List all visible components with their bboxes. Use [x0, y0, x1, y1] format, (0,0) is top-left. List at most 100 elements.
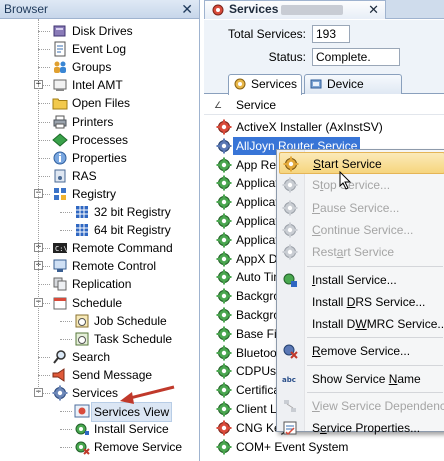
menu-item-show-service-name[interactable]: abc Show Service Name — [279, 368, 444, 390]
annotation-arrow — [120, 385, 175, 404]
open-files-icon — [52, 95, 68, 111]
tree-item-label: Remove Service — [94, 440, 183, 455]
tree-connector — [60, 212, 72, 213]
menu-separator — [307, 265, 443, 267]
remove-service-icon — [74, 439, 90, 456]
event-log-icon — [52, 41, 68, 57]
tree-item-32-bit-registry[interactable]: 32 bit Registry — [0, 203, 199, 221]
menu-item-restart-service[interactable]: Restart Service — [279, 241, 444, 263]
tree-item-label: Search — [72, 349, 111, 364]
tree-item-job-schedule[interactable]: Job Schedule — [0, 312, 199, 330]
tree-item-label: Registry — [72, 186, 117, 201]
menu-item-remove-service[interactable]: Remove Service... — [279, 340, 444, 362]
tree-item-label: Services — [72, 386, 119, 400]
status-value: Complete. — [312, 48, 400, 66]
menu-item-install-service[interactable]: Install Service... — [279, 269, 444, 291]
service-name: Applicat — [236, 176, 279, 191]
menu-item-start-service[interactable]: Start Service — [279, 152, 444, 174]
tab-device-drivers[interactable]: Device Drivers — [304, 74, 402, 109]
tree-connector — [38, 121, 50, 123]
tree-item-event-log[interactable]: Event Log — [0, 40, 199, 58]
service-green-icon — [216, 175, 232, 191]
replication-icon — [52, 276, 68, 292]
services-subtabs: Services Device Drivers — [204, 70, 444, 109]
menu-item-service-properties[interactable]: Service Properties... — [279, 417, 444, 439]
menu-item-pause-service[interactable]: Pause Service... — [279, 197, 444, 219]
service-row[interactable]: ActiveX Installer (AxInstSV) — [204, 118, 444, 136]
tree-connector — [60, 338, 72, 340]
browser-panel: Browser ✕ Disk Drives Event Log Groups + Int… — [0, 0, 200, 461]
document-tab-bar: Services ✕ — [204, 0, 444, 19]
menu-item-view-service-dependencies[interactable]: View Service Dependencies — [279, 395, 444, 417]
tree-item-ras[interactable]: RAS — [0, 167, 199, 185]
tree-item-64-bit-registry[interactable]: 64 bit Registry — [0, 221, 199, 239]
browser-panel-close-button[interactable]: ✕ — [181, 0, 193, 19]
tree-item-label: Send Message — [72, 367, 153, 382]
menu-item-label: Install Service... — [312, 272, 397, 287]
service-context-menu: Start Service Stop Service... Pause Servic… — [276, 149, 444, 436]
continue-service-icon — [282, 222, 298, 238]
tree-connector — [38, 67, 50, 69]
tree-item-label: 64 bit Registry — [94, 223, 171, 238]
menu-item-label: Install DRS Service... — [312, 294, 426, 309]
abc-icon: abc — [282, 371, 298, 387]
printers-icon — [52, 114, 68, 130]
tree-item-open-files[interactable]: Open Files — [0, 94, 199, 112]
menu-item-stop-service[interactable]: Stop Service... — [279, 174, 444, 196]
service-row[interactable]: COM+ Event System — [204, 438, 444, 456]
tree-connector — [38, 356, 50, 358]
menu-item-label: Continue Service... — [312, 222, 414, 237]
menu-item-continue-service[interactable]: Continue Service... — [279, 219, 444, 241]
service-green-icon — [216, 213, 232, 229]
mouse-cursor-icon — [339, 171, 352, 190]
service-green-icon — [216, 157, 232, 173]
menu-item-label: Install DWMRC Service... — [312, 317, 444, 332]
service-green-icon — [216, 307, 232, 323]
services-document-tab[interactable]: Services ✕ — [204, 0, 386, 19]
tree-item-disk-drives[interactable]: Disk Drives — [0, 22, 199, 40]
tree-item-label: Groups — [72, 60, 112, 75]
tree-item-replication[interactable]: Replication — [0, 275, 199, 293]
pause-service-icon — [282, 200, 298, 216]
install-service-menu-icon — [282, 272, 298, 288]
service-name: Client Li — [236, 402, 280, 416]
tree-item-processes[interactable]: Processes — [0, 131, 199, 149]
tree-item-schedule[interactable]: − Schedule — [0, 294, 199, 312]
tree-item-groups[interactable]: Groups — [0, 58, 199, 76]
service-column-header[interactable]: ∠ Service — [204, 95, 444, 115]
menu-item-install-dwmrc-service[interactable]: Install DWMRC Service... — [279, 313, 444, 335]
tree-item-printers[interactable]: Printers — [0, 113, 199, 131]
tree-item-label: Remote Control — [72, 259, 157, 274]
tree-item-label: Printers — [72, 114, 114, 129]
tree-item-install-service[interactable]: Install Service — [0, 420, 199, 438]
service-green-icon — [216, 269, 232, 285]
intel-amt-icon — [52, 77, 68, 93]
service-red-icon — [216, 420, 232, 436]
tree-item-remote-control[interactable]: + Remote Control — [0, 257, 199, 275]
service-name: Backgro — [236, 289, 281, 304]
tree-item-registry[interactable]: − Registry — [0, 185, 199, 203]
menu-item-label: Pause Service... — [312, 200, 400, 215]
registry-icon — [52, 186, 68, 202]
tree-item-label: Open Files — [72, 96, 131, 111]
service-green-icon — [216, 194, 232, 210]
tree-connector — [60, 411, 72, 413]
tree-item-properties[interactable]: Properties — [0, 149, 199, 167]
tree-connector — [38, 157, 50, 159]
remote-command-icon: C:\ — [52, 240, 68, 256]
tree-item-intel-amt[interactable]: + Intel AMT — [0, 76, 199, 94]
menu-item-install-drs-service[interactable]: Install DRS Service... — [279, 291, 444, 313]
tree-connector — [38, 49, 50, 51]
tree-item-task-schedule[interactable]: Task Schedule — [0, 330, 199, 348]
job-schedule-icon — [74, 313, 90, 329]
service-name: ActiveX Installer (AxInstSV) — [236, 120, 383, 134]
services-tab-icon — [234, 78, 246, 90]
tree-item-remote-command[interactable]: + C:\ Remote Command — [0, 239, 199, 257]
service-green-icon — [216, 439, 232, 455]
services-tab-close-button[interactable]: ✕ — [368, 1, 379, 18]
tree-item-remove-service[interactable]: Remove Service — [0, 438, 199, 456]
tree-item-send-message[interactable]: Send Message — [0, 366, 199, 384]
tab-services[interactable]: Services — [228, 74, 302, 95]
services-tab-title: Services — [229, 2, 279, 16]
tree-item-search[interactable]: Search — [0, 348, 199, 366]
